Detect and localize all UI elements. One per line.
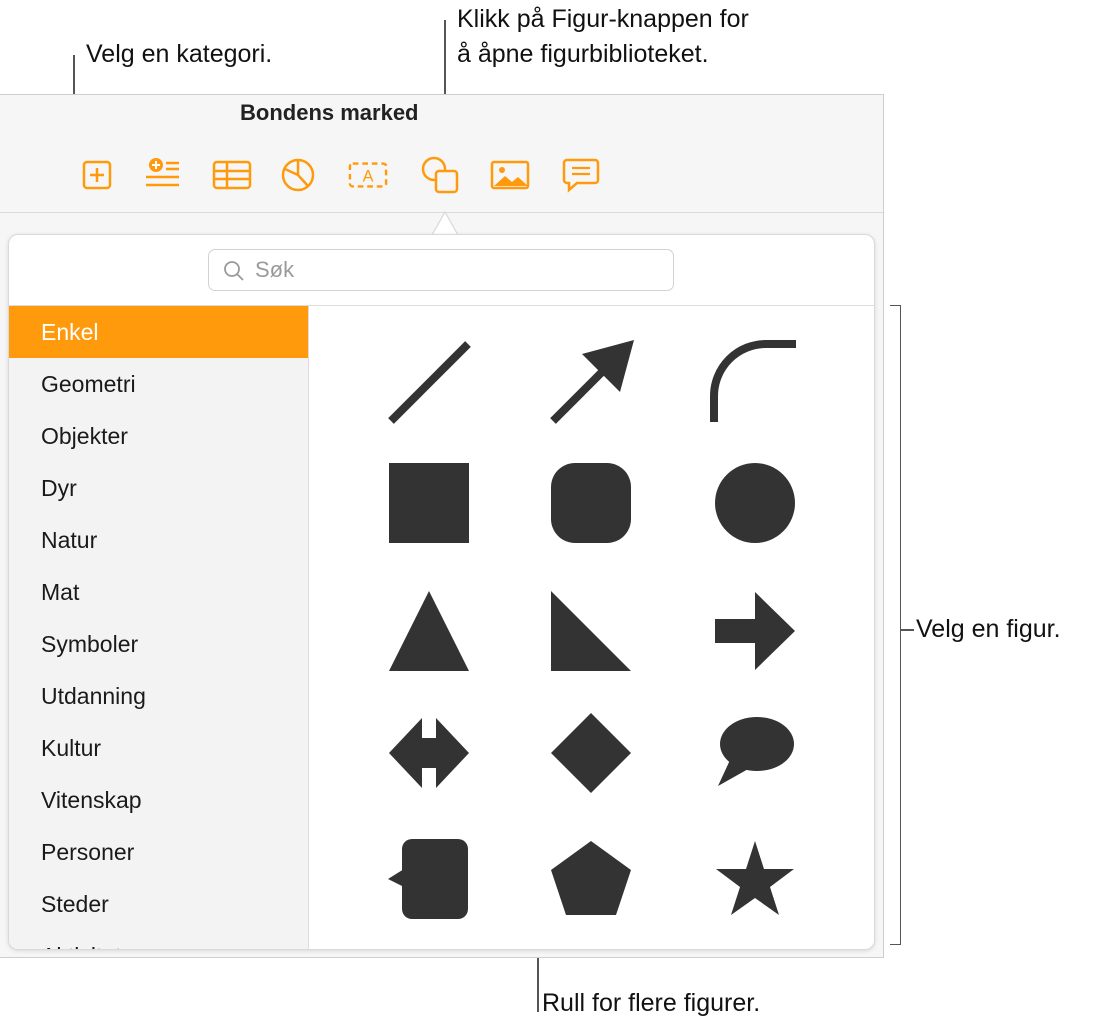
media-icon[interactable] [490,155,530,195]
shape-arrow[interactable] [710,586,800,676]
category-item[interactable]: Personer [9,826,308,878]
callout-choose-category: Velg en kategori. [86,40,273,68]
shape-callout-square[interactable] [384,833,474,923]
insert-text-list-icon[interactable] [142,155,182,195]
category-item[interactable]: Dyr [9,462,308,514]
category-item[interactable]: Utdanning [9,670,308,722]
comment-icon[interactable] [561,155,601,195]
category-item[interactable]: Aktiviteter [9,930,308,949]
search-icon [224,261,244,281]
shape-grid[interactable] [309,306,874,949]
shape-curve[interactable] [706,336,796,426]
category-item[interactable]: Vitenskap [9,774,308,826]
shape-square[interactable] [384,458,474,548]
callout-choose-shape: Velg en figur. [916,615,1061,643]
category-item[interactable]: Geometri [9,358,308,410]
search-placeholder: Søk [255,257,295,282]
shape-diamond[interactable] [546,708,636,798]
callout-shape-button-line2: å åpne figurbiblioteket. [457,40,709,68]
category-list[interactable]: Enkel Geometri Objekter Dyr Natur Mat Symboler… [9,306,309,949]
callout-bracket-shapes [890,305,901,945]
category-item[interactable]: Natur [9,514,308,566]
callout-line-choose-shape [901,629,914,631]
shape-speech-bubble[interactable] [710,708,800,798]
shape-icon[interactable] [420,155,460,195]
shape-rounded-square[interactable] [546,458,636,548]
shape-triangle[interactable] [384,586,474,676]
shape-pentagon[interactable] [546,833,636,923]
category-item[interactable]: Objekter [9,410,308,462]
shape-circle[interactable] [710,458,800,548]
text-box-icon[interactable]: A [348,155,388,195]
callout-shape-button-line1: Klikk på Figur-knappen for [457,5,749,33]
popover-arrow [410,210,480,236]
category-item[interactable]: Kultur [9,722,308,774]
callout-scroll: Rull for flere figurer. [542,989,761,1017]
table-icon[interactable] [212,155,252,195]
category-item[interactable]: Symboler [9,618,308,670]
shape-right-triangle[interactable] [546,586,636,676]
search-input[interactable]: Søk [208,249,674,291]
document-title: Bondens marked [240,100,419,125]
add-page-icon[interactable] [77,155,117,195]
toolbar: Bondens marked A [0,95,883,213]
shape-star[interactable] [710,833,800,923]
shape-double-arrow[interactable] [384,708,474,798]
shape-library-popover: Søk Enkel Geometri Objekter Dyr Natur Mat Symb… [8,234,875,950]
chart-icon[interactable] [278,155,318,195]
shape-line[interactable] [386,336,476,426]
svg-text:A: A [363,168,374,186]
category-item[interactable]: Mat [9,566,308,618]
category-item[interactable]: Steder [9,878,308,930]
category-item[interactable]: Enkel [9,306,308,358]
shape-arrow-line[interactable] [548,336,638,426]
